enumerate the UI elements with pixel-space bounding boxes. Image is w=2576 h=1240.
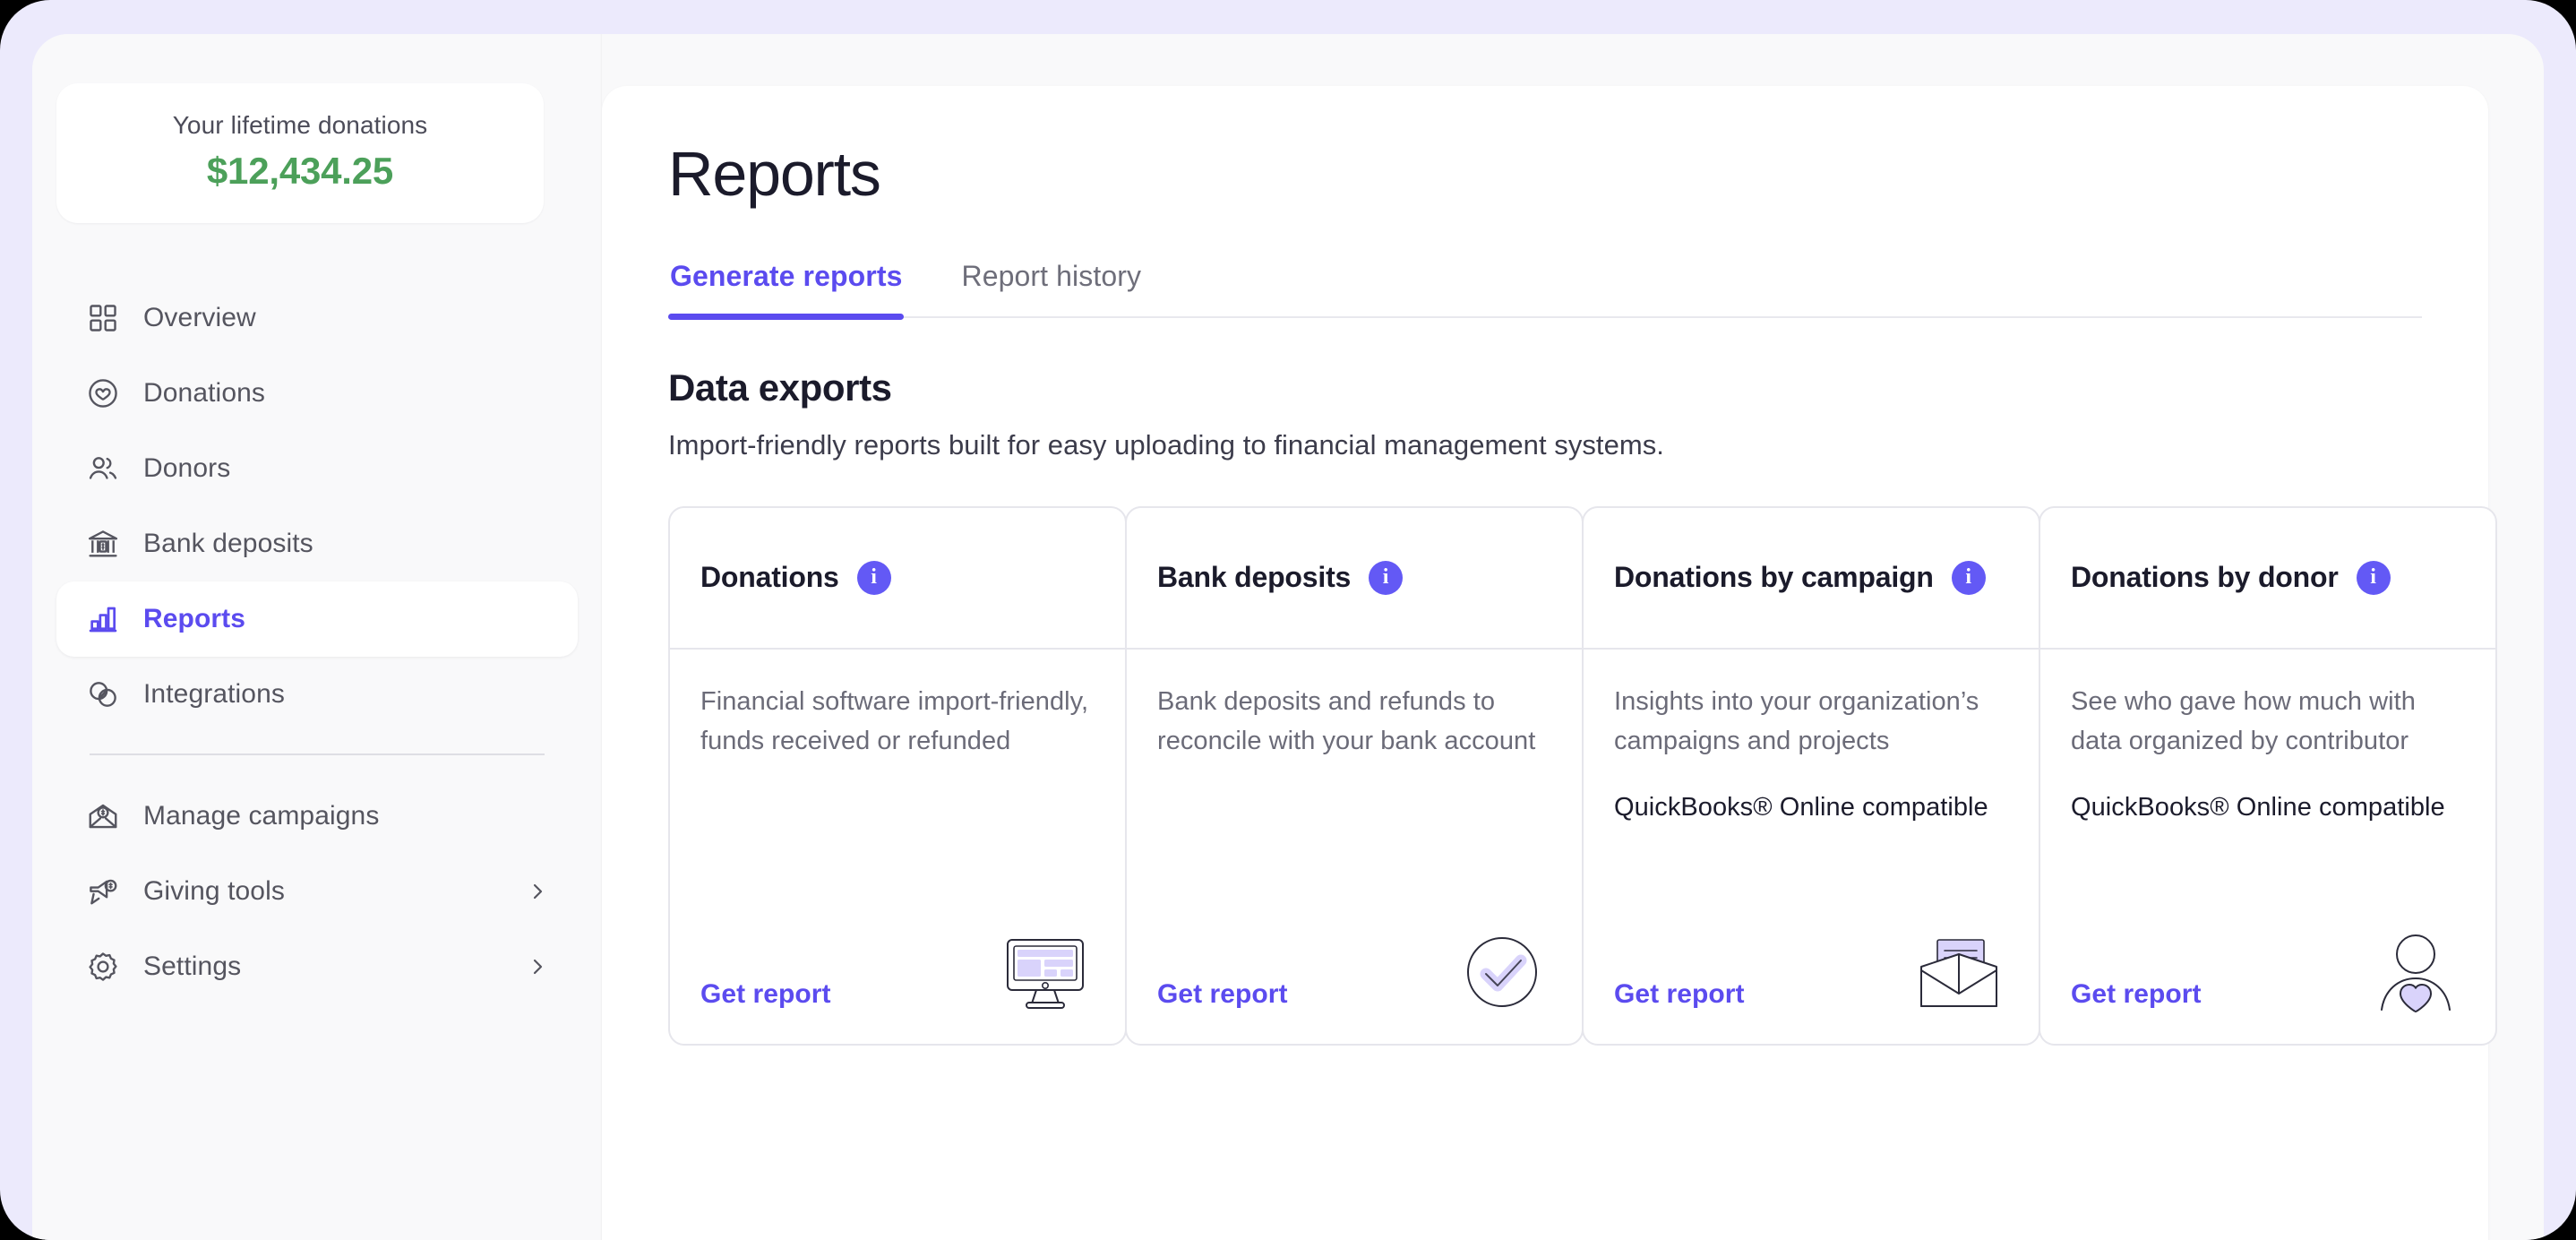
card-header: Donations by campaign i [1584, 508, 2039, 650]
card-body: See who gave how much with data organize… [2040, 650, 2495, 1044]
card-description: See who gave how much with data organize… [2071, 686, 2416, 755]
chevron-right-icon [526, 955, 549, 978]
card-title: Donations by campaign [1614, 561, 1934, 593]
heart-circle-icon [85, 375, 121, 411]
get-report-link[interactable]: Get report [1157, 979, 1288, 1013]
sidebar-item-label: Donations [143, 377, 265, 408]
report-cards-grid: Donations i Financial software import-fr… [668, 505, 2497, 1046]
sidebar-item-label: Donors [143, 452, 231, 483]
main-content: Reports Generate reports Report history … [602, 34, 2544, 1240]
users-icon [85, 451, 121, 487]
card-header: Bank deposits i [1127, 508, 1582, 650]
card-description: Financial software import-friendly, fund… [700, 686, 1089, 755]
card-header: Donations by donor i [2040, 508, 2495, 650]
card-title: Bank deposits [1157, 561, 1352, 593]
person-heart-icon [2366, 924, 2465, 1013]
card-footer: Get report [1157, 924, 1551, 1044]
bar-chart-icon [85, 601, 121, 637]
info-icon[interactable]: i [1369, 560, 1404, 595]
tab-report-history[interactable]: Report history [959, 260, 1143, 316]
card-title: Donations by donor [2071, 561, 2339, 593]
card-title: Donations [700, 561, 839, 593]
get-report-link[interactable]: Get report [700, 979, 831, 1013]
sidebar-item-reports[interactable]: Reports [56, 581, 578, 657]
integrations-icon [85, 676, 121, 712]
sidebar-item-bank-deposits[interactable]: Bank deposits [56, 506, 578, 581]
lifetime-donations-amount: $12,434.25 [206, 149, 394, 192]
card-body: Financial software import-friendly, fund… [670, 650, 1125, 1044]
envelope-letter-icon [1910, 924, 2008, 1013]
sidebar-nav: Overview Donations Donors Bank deposits … [32, 280, 602, 1004]
sidebar-item-label: Bank deposits [143, 528, 313, 558]
sidebar-item-integrations[interactable]: Integrations [56, 657, 578, 732]
gear-icon [85, 949, 121, 985]
chevron-right-icon [526, 880, 549, 903]
card-footer: Get report [1614, 924, 2008, 1044]
sidebar-divider [90, 753, 545, 755]
card-body: Bank deposits and refunds to reconcile w… [1127, 650, 1582, 1044]
sidebar-item-label: Settings [143, 951, 242, 981]
report-card-donations[interactable]: Donations i Financial software import-fr… [668, 505, 1127, 1046]
sidebar: Your lifetime donations $12,434.25 Overv… [32, 34, 602, 1240]
sidebar-item-overview[interactable]: Overview [56, 280, 578, 356]
section-heading: Data exports [668, 366, 892, 409]
report-card-donations-by-campaign[interactable]: Donations by campaign i Insights into yo… [1582, 505, 2040, 1046]
sidebar-item-label: Manage campaigns [143, 800, 380, 831]
desktop-monitor-icon [996, 924, 1095, 1013]
card-note: QuickBooks® Online compatible [1614, 792, 1988, 822]
card-body: Insights into your organization’s campai… [1584, 650, 2039, 1044]
envelope-dollar-icon [85, 798, 121, 834]
card-description: Bank deposits and refunds to reconcile w… [1157, 686, 1536, 755]
info-icon[interactable]: i [2356, 560, 2391, 595]
card-header: Donations i [670, 508, 1125, 650]
info-icon[interactable]: i [1951, 560, 1986, 595]
check-circle-icon [1453, 924, 1551, 1013]
tab-generate-reports[interactable]: Generate reports [668, 259, 905, 320]
card-note: QuickBooks® Online compatible [2071, 792, 2445, 822]
sidebar-item-label: Integrations [143, 678, 285, 709]
bank-icon [85, 526, 121, 562]
sidebar-item-label: Overview [143, 302, 256, 332]
browser-viewport: Your lifetime donations $12,434.25 Overv… [0, 0, 2576, 1240]
report-card-donations-by-donor[interactable]: Donations by donor i See who gave how mu… [2039, 505, 2497, 1046]
sidebar-item-manage-campaigns[interactable]: Manage campaigns [56, 779, 578, 854]
tab-label: Report history [961, 259, 1142, 292]
section-subheading: Import-friendly reports built for easy u… [668, 428, 1664, 461]
tab-bar: Generate reports Report history [668, 259, 2422, 320]
sidebar-item-label: Reports [143, 603, 246, 633]
get-report-link[interactable]: Get report [1614, 979, 1745, 1013]
page-title: Reports [668, 139, 881, 209]
lifetime-donations-label: Your lifetime donations [172, 111, 428, 139]
tab-label: Generate reports [670, 259, 903, 292]
sidebar-item-donations[interactable]: Donations [56, 356, 578, 431]
megaphone-dollar-icon [85, 874, 121, 909]
get-report-link[interactable]: Get report [2071, 979, 2202, 1013]
sidebar-item-giving-tools[interactable]: Giving tools [56, 854, 578, 929]
sidebar-edge [600, 34, 602, 1240]
card-footer: Get report [700, 924, 1095, 1044]
card-description: Insights into your organization’s campai… [1614, 686, 1979, 755]
report-card-bank-deposits[interactable]: Bank deposits i Bank deposits and refund… [1125, 505, 1584, 1046]
lifetime-donations-card: Your lifetime donations $12,434.25 [56, 83, 544, 223]
info-icon[interactable]: i [856, 560, 891, 595]
card-footer: Get report [2071, 924, 2465, 1044]
app-shell: Your lifetime donations $12,434.25 Overv… [32, 34, 2544, 1240]
sidebar-item-label: Giving tools [143, 875, 285, 906]
sidebar-item-donors[interactable]: Donors [56, 431, 578, 506]
sidebar-item-settings[interactable]: Settings [56, 929, 578, 1004]
reports-panel: Reports Generate reports Report history … [602, 86, 2497, 1240]
grid-icon [85, 300, 121, 336]
